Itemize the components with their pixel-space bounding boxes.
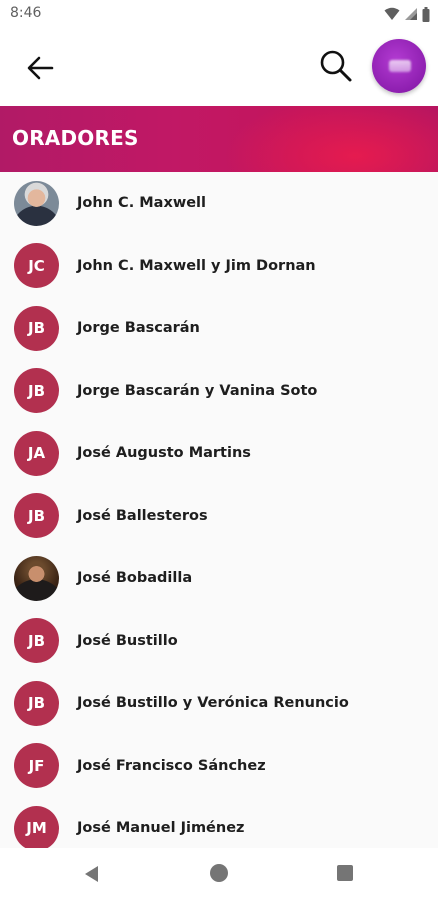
signal-icon — [405, 8, 417, 20]
speaker-name: José Manuel Jiménez — [77, 820, 245, 837]
speaker-name: José Ballesteros — [77, 507, 208, 524]
list-item[interactable]: JF José Francisco Sánchez — [0, 735, 438, 798]
avatar-initials: JB — [14, 680, 59, 726]
square-recents-icon[interactable] — [337, 865, 353, 881]
speaker-name: Jorge Bascarán y Vanina Soto — [77, 382, 318, 399]
wifi-icon — [384, 7, 400, 20]
search-button[interactable] — [316, 46, 356, 86]
avatar-initials: JA — [14, 430, 59, 476]
list-item[interactable]: JA José Augusto Martins — [0, 422, 438, 485]
speaker-name: José Bobadilla — [77, 570, 193, 587]
list-item[interactable]: JB Jorge Bascarán — [0, 297, 438, 360]
section-title: ORADORES — [12, 126, 139, 150]
avatar-initials: JB — [14, 305, 59, 351]
list-item[interactable]: JB Jorge Bascarán y Vanina Soto — [0, 360, 438, 423]
system-nav-bar — [0, 848, 438, 900]
speaker-name: John C. Maxwell y Jim Dornan — [77, 257, 316, 274]
speaker-name: José Bustillo — [77, 632, 178, 649]
speaker-name: José Augusto Martins — [77, 445, 251, 462]
list-item[interactable]: John C. Maxwell — [0, 172, 438, 235]
avatar-photo — [14, 555, 59, 601]
avatar-initials: JM — [14, 805, 59, 851]
speaker-list: John C. Maxwell JC John C. Maxwell y Jim… — [0, 172, 438, 860]
list-item[interactable]: José Bobadilla — [0, 547, 438, 610]
avatar-initials: JC — [14, 243, 59, 289]
arrow-left-icon — [27, 56, 54, 80]
circle-home-icon[interactable] — [210, 864, 228, 882]
back-button[interactable] — [22, 50, 58, 86]
avatar-initials: JB — [14, 368, 59, 414]
triangle-back-icon[interactable] — [82, 864, 102, 884]
speaker-name: Jorge Bascarán — [77, 320, 200, 337]
avatar-initials: JB — [14, 618, 59, 664]
status-icons — [384, 6, 430, 22]
avatar-initials: JF — [14, 743, 59, 789]
app-bar — [0, 30, 438, 106]
avatar-initials: JB — [14, 493, 59, 539]
profile-badge-icon — [389, 60, 411, 72]
battery-icon — [422, 6, 430, 22]
app-screen: 8:46 ORADORES John C. Maxwell JC John C.… — [0, 0, 438, 900]
section-banner: ORADORES — [0, 106, 438, 172]
speaker-name: José Bustillo y Verónica Renuncio — [77, 695, 349, 712]
avatar-photo — [14, 180, 59, 226]
list-item[interactable]: JB José Bustillo y Verónica Renuncio — [0, 672, 438, 735]
status-bar: 8:46 — [0, 0, 438, 30]
profile-button[interactable] — [372, 39, 426, 93]
speaker-name: John C. Maxwell — [77, 195, 206, 212]
list-item[interactable]: JB José Ballesteros — [0, 485, 438, 548]
speaker-name: José Francisco Sánchez — [77, 757, 266, 774]
list-item[interactable]: JC John C. Maxwell y Jim Dornan — [0, 235, 438, 298]
status-time: 8:46 — [10, 5, 42, 21]
list-item[interactable]: JB José Bustillo — [0, 610, 438, 673]
search-icon — [320, 50, 352, 82]
